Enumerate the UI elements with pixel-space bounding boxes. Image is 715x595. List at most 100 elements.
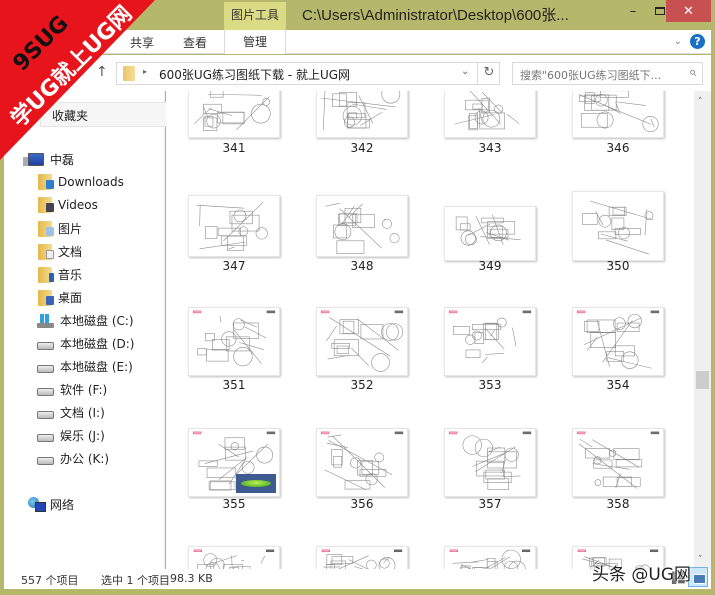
nav-item-label: 桌面 [58, 291, 83, 305]
sketch-line [320, 431, 330, 435]
help-icon[interactable]: ? [690, 34, 705, 49]
nav-item-drive-e[interactable]: 本地磁盘 (E:) [37, 358, 133, 375]
scroll-thumb[interactable] [696, 371, 709, 390]
thumbnail-image[interactable] [444, 546, 536, 569]
sketch-line [194, 107, 212, 124]
nav-item-drive-j[interactable]: 娱乐 (J:) [37, 427, 105, 444]
file-name-label[interactable]: 347 [174, 259, 294, 273]
thumbnail-image[interactable] [316, 546, 408, 569]
sketch-line [586, 319, 616, 333]
file-name-label[interactable]: 346 [558, 141, 678, 155]
sketch-line [239, 319, 258, 328]
nav-item-music[interactable]: 音乐 [38, 266, 82, 283]
thumbnail-image[interactable] [188, 546, 280, 569]
file-name-label[interactable]: 358 [558, 497, 678, 511]
breadcrumb-path[interactable]: 600张UG练习图纸下载 - 就上UG网 [159, 66, 350, 83]
nav-item-pictures[interactable]: 图片 [38, 220, 82, 237]
sketch-line [336, 345, 349, 355]
nav-item-drive-f[interactable]: 软件 (F:) [37, 381, 107, 398]
cad-drawing-sketch [578, 91, 659, 133]
thumbnail-image[interactable] [316, 195, 408, 257]
scroll-down-icon[interactable]: ˅ [698, 555, 703, 565]
thumbnail-image[interactable] [188, 91, 280, 138]
scroll-up-icon[interactable]: ˄ [698, 97, 703, 107]
nav-item-desktop[interactable]: 桌面 [38, 289, 82, 306]
file-name-label[interactable]: 357 [430, 497, 550, 511]
file-name-label[interactable]: 349 [430, 259, 550, 273]
sketch-line [206, 113, 221, 129]
nav-item-label: 音乐 [58, 268, 83, 282]
nav-item-drive-k[interactable]: 办公 (K:) [37, 450, 109, 467]
thumbnail-image[interactable] [188, 428, 280, 497]
cad-drawing-sketch [321, 549, 403, 569]
file-name-label[interactable]: 352 [302, 378, 422, 392]
thumbnail-image[interactable] [444, 206, 536, 261]
file-name-label[interactable]: 341 [174, 141, 294, 155]
picture-tools-context-tab[interactable]: 图片工具 [224, 2, 286, 30]
sketch-line [351, 347, 370, 367]
close-button[interactable]: ✕ [666, 0, 711, 22]
drive-icon [37, 433, 54, 442]
thumbnail-image[interactable] [316, 307, 408, 376]
thumbnail-image[interactable] [572, 428, 664, 497]
nav-item-videos[interactable]: Videos [38, 197, 98, 213]
tab-share[interactable]: 共享 [130, 34, 154, 51]
title-bar: 图片工具 C:\Users\Administrator\Desktop\600张… [0, 0, 715, 30]
file-name-label[interactable]: 355 [174, 497, 294, 511]
search-input[interactable]: 搜索"600张UG练习图纸下... ⌕ [512, 62, 703, 85]
search-icon[interactable]: ⌕ [689, 65, 696, 80]
cad-drawing-sketch [449, 549, 531, 569]
thumbnail-image[interactable] [316, 91, 408, 138]
thumbnail-image[interactable] [188, 307, 280, 376]
expand-ribbon-icon[interactable]: ⌄ [674, 36, 682, 47]
sketch-line [469, 91, 501, 125]
file-name-label[interactable]: 354 [558, 378, 678, 392]
downloads-folder-icon [38, 174, 54, 190]
file-name-label[interactable]: 356 [302, 497, 422, 511]
file-name-label[interactable]: 351 [174, 378, 294, 392]
thumbnail-image[interactable] [316, 428, 408, 497]
thumbnail-image[interactable] [572, 91, 664, 138]
network-icon [28, 497, 46, 512]
breadcrumb-separator-icon[interactable]: ▸ [143, 67, 147, 76]
address-dropdown-icon[interactable]: ⌄ [461, 66, 469, 77]
selection-size: 98.3 KB [170, 572, 213, 585]
nav-network[interactable]: 网络 [28, 496, 74, 513]
sketch-line [453, 326, 470, 335]
thumbnail-image[interactable] [444, 91, 536, 138]
thumbnail-image[interactable] [444, 428, 536, 497]
thumbnail-image[interactable] [572, 307, 664, 376]
tab-manage[interactable]: 管理 [224, 30, 286, 54]
nav-favorites[interactable]: 收藏夹 [40, 102, 168, 127]
vertical-scrollbar[interactable]: ˄ ˅ [694, 91, 711, 569]
sketch-line [330, 560, 346, 569]
file-name-label[interactable]: 348 [302, 259, 422, 273]
sketch-line [587, 336, 598, 351]
address-bar[interactable]: ▸ 600张UG练习图纸下载 - 就上UG网 ⌄ ↻ [116, 62, 500, 85]
nav-item-downloads[interactable]: Downloads [38, 174, 124, 190]
nav-item-drive-d[interactable]: 本地磁盘 (D:) [37, 335, 134, 352]
thumbnail-image[interactable] [444, 307, 536, 376]
sketch-line [484, 353, 505, 355]
nav-computer[interactable]: 中磊 [23, 151, 74, 168]
refresh-icon[interactable]: ↻ [477, 63, 500, 84]
up-arrow-icon[interactable]: ↑ [96, 64, 108, 80]
nav-item-label: Downloads [58, 175, 124, 189]
window-title: C:\Users\Administrator\Desktop\600张... [302, 7, 569, 24]
nav-item-documents[interactable]: 文档 [38, 243, 82, 260]
minimize-button[interactable]: – [620, 0, 646, 22]
sketch-line [236, 96, 270, 130]
thumbnail-image[interactable] [188, 195, 280, 257]
nav-item-drive-i[interactable]: 文档 (I:) [37, 404, 105, 421]
sketch-line [325, 202, 340, 207]
file-name-label[interactable]: 350 [558, 259, 678, 273]
file-name-label[interactable]: 342 [302, 141, 422, 155]
nav-item-drive-c[interactable]: 本地磁盘 (C:) [37, 312, 134, 329]
tab-view[interactable]: 查看 [183, 34, 207, 51]
sketch-line [472, 324, 501, 331]
file-name-label[interactable]: 343 [430, 141, 550, 155]
drive-icon [37, 456, 54, 465]
file-name-label[interactable]: 353 [430, 378, 550, 392]
thumbnail-image[interactable] [572, 191, 664, 261]
sketch-line [490, 330, 495, 337]
